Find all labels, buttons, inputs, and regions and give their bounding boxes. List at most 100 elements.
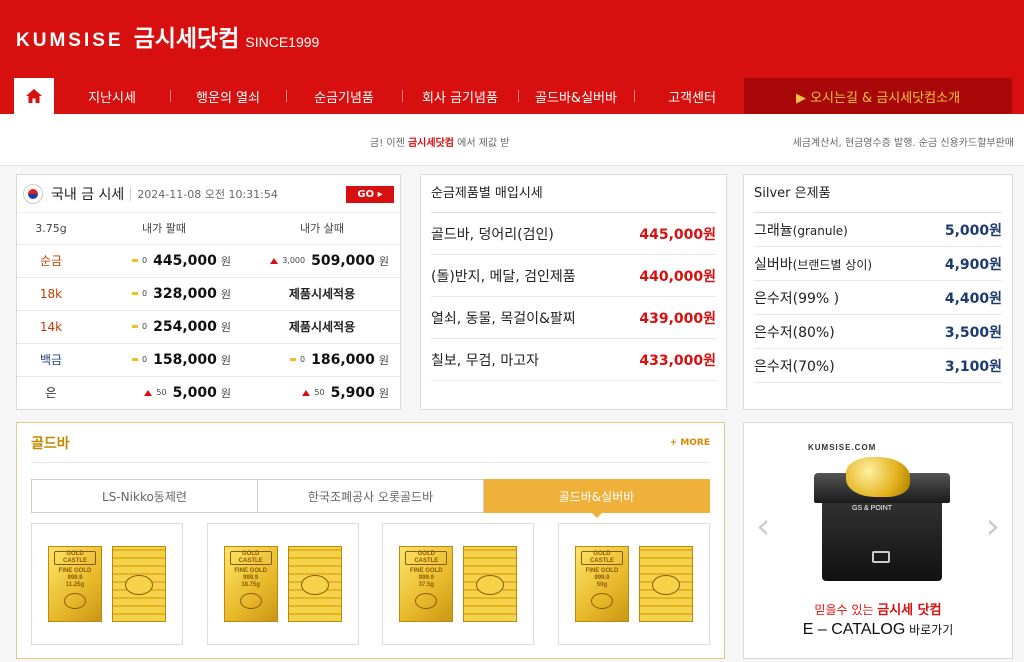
logo-korean: 금시세닷컴 — [133, 26, 240, 52]
sell-price: 328,000 — [153, 285, 217, 302]
gold-bar-front-image: GOLD CASTLE FINE GOLD 999.9 37.5g — [399, 546, 454, 622]
list-item: 그래뉼(granule) 5,000원 — [754, 213, 1002, 247]
gold-bar-back-image — [638, 546, 693, 622]
nav-item-gold-souvenirs[interactable]: 순금기념품 — [286, 78, 402, 114]
row-name: 백금 — [17, 343, 85, 377]
gold-pig-icon — [846, 457, 910, 497]
seal-icon — [590, 593, 613, 609]
buy-price: 509,000 — [311, 252, 375, 269]
no-change-icon — [132, 259, 139, 262]
up-arrow-icon — [144, 389, 153, 396]
gold-bar-back-image — [463, 546, 518, 622]
notice-brand: 금시세닷컴 — [407, 138, 454, 149]
table-row: 백금 0 158,000 원 0 186,000 원 — [17, 343, 401, 377]
product-price-applied: 제품시세적용 — [288, 320, 356, 334]
gold-bar-tabs: LS-Nikko동제련 한국조폐공사 오롯골드바 골드바&실버바 — [31, 479, 710, 518]
nav-item-gold-silver-bars[interactable]: 골드바&실버바 — [518, 78, 634, 114]
go-button[interactable]: GO ▸ — [346, 186, 394, 203]
no-change-icon — [132, 358, 139, 361]
seal-icon — [64, 593, 86, 609]
product-card-gold-bar[interactable]: GOLD CASTLE FINE GOLD 999.9 50g — [557, 523, 710, 645]
service-notice: 세금계산서, 현금영수증 발행. 순금 신용카드할부판매 — [792, 138, 1014, 149]
main-nav: 지난시세 행운의 열쇠 순금기념품 회사 금기념품 골드바&실버바 고객센터 — [14, 78, 750, 114]
row-name: 순금 — [17, 244, 85, 278]
row-name: 14k — [17, 310, 85, 344]
list-item: 실버바(브랜드별 상이) 4,900원 — [754, 247, 1002, 281]
sell-price: 254,000 — [153, 318, 217, 335]
silver-title: Silver 은제품 — [754, 175, 1002, 213]
buy-price: 5,900 — [330, 384, 375, 401]
site-header: KUMSISE 금시세닷컴 SINCE1999 지난시세 행운의 열쇠 순금기념… — [0, 0, 1024, 114]
nav-item-company-souvenirs[interactable]: 회사 금기념품 — [402, 78, 518, 114]
more-link[interactable]: + MORE — [670, 438, 710, 448]
list-item: 은수저(80%) 3,500원 — [754, 315, 1002, 349]
catalog-brand: KUMSISE.COM — [808, 443, 877, 452]
e-catalog-link[interactable]: E – CATALOG 바로가기 — [744, 621, 1012, 639]
gold-bar-title: 골드바 — [31, 435, 70, 452]
silver-price-panel: Silver 은제품 그래뉼(granule) 5,000원 실버바(브랜드별 … — [743, 174, 1013, 410]
tab-ls-nikko[interactable]: LS-Nikko동제련 — [31, 479, 258, 513]
tab-komsco[interactable]: 한국조폐공사 오롯골드바 — [258, 479, 484, 513]
no-change-icon — [290, 358, 297, 361]
list-item: 은수저(99% ) 4,400원 — [754, 281, 1002, 315]
buy-price: 186,000 — [311, 351, 375, 368]
seal-icon — [415, 593, 438, 609]
table-row: 18k 0 328,000 원 제품시세적용 — [17, 277, 401, 311]
gold-price-timestamp: 2024-11-08 오전 10:31:54 — [137, 187, 278, 201]
catalog-tagline: 믿을수 있는 금시세 닷컴 — [814, 603, 942, 618]
table-header-row: 3.75g 내가 팔때 내가 살때 — [17, 213, 401, 245]
home-button[interactable] — [14, 78, 54, 114]
nav-item-directions-intro[interactable]: ▶ 오시는길 & 금시세닷컴소개 — [744, 78, 1012, 114]
box-clasp-icon — [872, 551, 890, 563]
product-card-gold-bar[interactable]: GOLD CASTLE FINE GOLD 999.9 18.75g — [206, 523, 359, 645]
site-logo[interactable]: KUMSISE 금시세닷컴 SINCE1999 — [16, 26, 319, 52]
sell-price: 445,000 — [153, 252, 217, 269]
logo-english: KUMSISE — [16, 30, 124, 51]
marquee-notice: 금! 이젠 금시세닷컴 에서 제값 받 — [370, 138, 510, 149]
table-row: 은 50 5,000 원 50 5,900 원 — [17, 376, 401, 409]
header-sell: 내가 팔때 — [85, 213, 243, 245]
nav-item-past-prices[interactable]: 지난시세 — [54, 78, 170, 114]
domestic-gold-price-panel: 국내 금 시세 2024-11-08 오전 10:31:54 GO ▸ 3.75… — [16, 174, 401, 410]
gold-bar-products: GOLD CASTLE FINE GOLD 999.9 11.25g GOLD CA… — [31, 523, 710, 645]
list-item: (돌)반지, 메달, 검인제품 440,000원 — [431, 255, 716, 297]
sell-price: 5,000 — [172, 384, 217, 401]
seal-icon — [476, 575, 505, 595]
list-item: 골드바, 덩어리(검인) 445,000원 — [431, 213, 716, 255]
product-card-gold-bar[interactable]: GOLD CASTLE FINE GOLD 999.9 11.25g — [31, 523, 183, 645]
product-price-applied: 제품시세적용 — [288, 287, 356, 301]
gold-price-header: 국내 금 시세 2024-11-08 오전 10:31:54 GO ▸ — [17, 175, 400, 213]
gold-bar-back-image — [112, 546, 166, 622]
list-item: 은수저(70%) 3,100원 — [754, 349, 1002, 383]
row-name: 18k — [17, 277, 85, 311]
catalog-badge: GS & POINT — [852, 505, 893, 512]
tab-gold-silver-bar[interactable]: 골드바&실버바 — [484, 479, 710, 518]
product-card-gold-bar[interactable]: GOLD CASTLE FINE GOLD 999.9 37.5g — [382, 523, 535, 645]
gold-price-title: 국내 금 시세 — [51, 186, 125, 203]
no-change-icon — [132, 292, 139, 295]
no-change-icon — [132, 325, 139, 328]
logo-since: SINCE1999 — [245, 34, 320, 50]
seal-icon — [300, 575, 329, 595]
nav-item-lucky-keys[interactable]: 행운의 열쇠 — [170, 78, 286, 114]
table-row: 14k 0 254,000 원 제품시세적용 — [17, 310, 401, 344]
header-buy: 내가 살때 — [243, 213, 401, 245]
home-icon — [26, 89, 42, 103]
gold-bar-front-image: GOLD CASTLE FINE GOLD 999.9 18.75g — [223, 546, 278, 622]
table-row: 순금 0 445,000 원 3,000 509,000 원 — [17, 244, 401, 278]
list-item: 열쇠, 동물, 목걸이&팔찌 439,000원 — [431, 297, 716, 339]
nav-item-customer-center[interactable]: 고객센터 — [634, 78, 750, 114]
gold-bar-back-image — [287, 546, 342, 622]
header-weight: 3.75g — [17, 213, 85, 245]
gold-bar-front-image: GOLD CASTLE FINE GOLD 999.9 11.25g — [48, 546, 102, 622]
product-buy-price-panel: 순금제품별 매입시세 골드바, 덩어리(검인) 445,000원 (돌)반지, … — [420, 174, 727, 410]
list-item: 칠보, 무검, 마고자 433,000원 — [431, 339, 716, 381]
e-catalog-banner[interactable]: KUMSISE.COM GS & POINT ‹ › 믿을수 있는 금시세 닷컴… — [743, 422, 1013, 659]
up-arrow-icon — [302, 389, 311, 396]
chevron-left-icon[interactable]: ‹ — [756, 509, 770, 545]
gold-bar-front-image: GOLD CASTLE FINE GOLD 999.9 50g — [574, 546, 629, 622]
seal-icon — [239, 593, 262, 609]
korea-flag-icon — [23, 183, 43, 204]
up-arrow-icon — [270, 257, 279, 264]
chevron-right-icon[interactable]: › — [986, 509, 1000, 545]
